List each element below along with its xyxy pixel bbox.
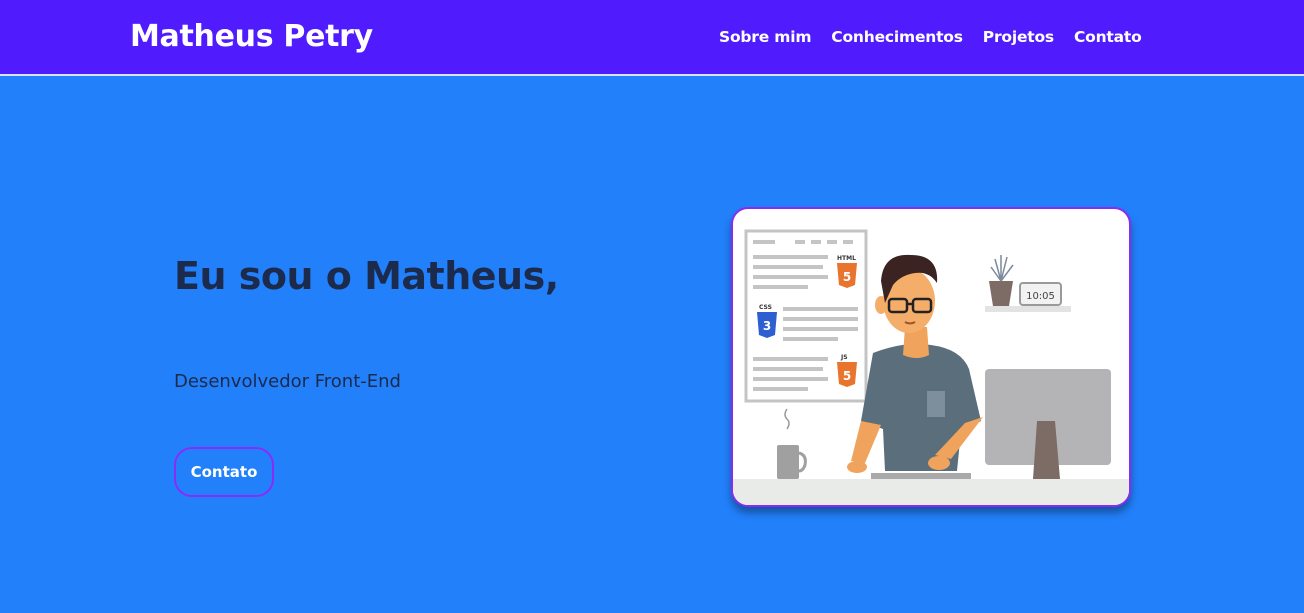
- svg-text:5: 5: [843, 369, 851, 383]
- floor: [733, 479, 1129, 505]
- brand-logo[interactable]: Matheus Petry: [130, 19, 373, 54]
- nav-link-sobre-mim[interactable]: Sobre mim: [719, 28, 811, 46]
- developer-illustration: HTML 5 CSS 3 JS 5 10:05: [731, 207, 1131, 507]
- hero-subtitle: Desenvolvedor Front-End: [174, 371, 401, 392]
- monitor: [985, 369, 1111, 479]
- svg-text:5: 5: [843, 270, 851, 284]
- navbar: Matheus Petry Sobre mim Conhecimentos Pr…: [0, 0, 1304, 76]
- nav-link-contato[interactable]: Contato: [1074, 28, 1142, 46]
- svg-text:HTML: HTML: [837, 255, 856, 262]
- developer-illustration-svg: HTML 5 CSS 3 JS 5 10:05: [733, 229, 1129, 505]
- contact-button[interactable]: Contato: [174, 447, 274, 497]
- html5-icon: HTML 5: [837, 255, 857, 288]
- svg-text:CSS: CSS: [759, 304, 772, 311]
- nav-link-conhecimentos[interactable]: Conhecimentos: [831, 28, 963, 46]
- svg-text:10:05: 10:05: [1026, 291, 1055, 302]
- coffee-mug-icon: [777, 408, 807, 479]
- svg-text:3: 3: [763, 319, 771, 333]
- hero-title: Eu sou o Matheus,: [174, 254, 559, 298]
- svg-text:JS: JS: [840, 354, 848, 361]
- clock-icon: 10:05: [1019, 282, 1062, 306]
- nav-link-projetos[interactable]: Projetos: [983, 28, 1054, 46]
- main-nav: Sobre mim Conhecimentos Projetos Contato: [719, 28, 1142, 46]
